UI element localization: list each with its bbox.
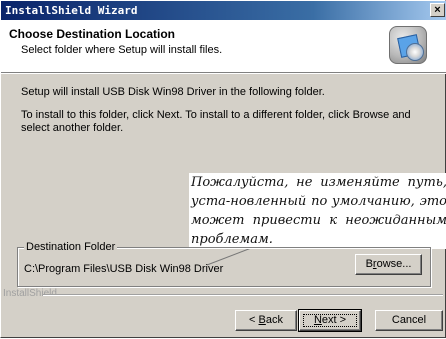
installshield-wizard-window: InstallShield Wizard × Choose Destinatio… [0,0,446,338]
cancel-button[interactable]: Cancel [375,310,443,331]
back-button[interactable]: < Back [235,310,297,331]
next-focus-rect [303,314,357,327]
annotation-callout: Пожалуйста, не изменяйте путь, уста-новл… [189,173,446,249]
installer-disk-icon [389,26,427,64]
cd-disc-shape [406,43,424,61]
title-bar[interactable]: InstallShield Wizard × [1,1,446,20]
back-label-post: ack [265,314,283,326]
destination-path: C:\Program Files\USB Disk Win98 Driver [24,263,224,275]
back-label-accel: B [258,314,266,326]
close-icon[interactable]: × [430,3,445,17]
back-label-pre: < [249,314,259,326]
footer-divider [43,294,443,295]
wizard-header: Choose Destination Location Select folde… [1,20,446,73]
page-subtitle: Select folder where Setup will install f… [21,44,223,56]
header-divider [1,73,446,74]
destination-folder-legend: Destination Folder [24,241,118,253]
browse-button[interactable]: Browse... [355,254,422,275]
next-button[interactable]: Next > [298,309,362,332]
page-title: Choose Destination Location [9,27,176,41]
install-info-text: Setup will install USB Disk Win98 Driver… [21,86,325,98]
browse-label-pre: B [365,258,373,270]
browse-label-post: owse... [376,258,412,270]
window-title: InstallShield Wizard [5,4,138,17]
instructions-text: To install to this folder, click Next. T… [21,109,411,134]
